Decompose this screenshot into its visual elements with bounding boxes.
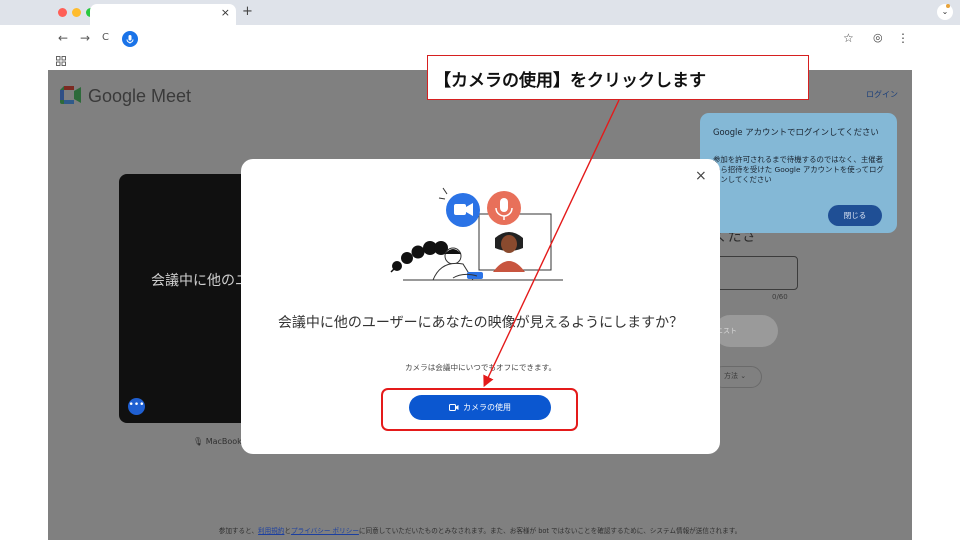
preview-text: 会議中に他のユ xyxy=(151,273,249,289)
forward-icon[interactable]: → xyxy=(80,31,90,45)
dialog-title: 会議中に他のユーザーにあなたの映像が見えるようにしますか？ xyxy=(277,315,684,331)
microphone-icon: 🎙 xyxy=(193,437,206,446)
notification-dot xyxy=(946,4,950,8)
tooltip-title: Google アカウントでログインしてください xyxy=(713,127,879,137)
google-meet-logo xyxy=(60,86,81,104)
browser-tab-active[interactable]: × xyxy=(90,4,236,25)
address-bar[interactable] xyxy=(118,28,896,50)
apps-grid-icon[interactable] xyxy=(56,56,66,66)
tooltip-close-button[interactable]: 閉じる xyxy=(828,205,882,226)
button-highlight-box xyxy=(381,388,578,431)
microphone-in-use-icon[interactable] xyxy=(122,31,138,47)
char-count: 0/60 xyxy=(772,293,788,301)
instruction-callout: 【カメラの使用】をクリックします xyxy=(427,55,809,100)
brand-name: Google Meet xyxy=(88,86,192,106)
window-minimize-dot[interactable] xyxy=(72,8,81,17)
browser-toolbar: ← → C ☆ ◎ ⋮ xyxy=(0,25,960,53)
chevron-down-icon: ⌄ xyxy=(941,7,949,16)
browser-tab-strip: × + ⌄ xyxy=(0,0,960,25)
bookmark-star-icon[interactable]: ☆ xyxy=(843,31,854,45)
window-close-dot[interactable] xyxy=(58,8,67,17)
mic-device-label[interactable]: 🎙 MacBook xyxy=(193,437,242,446)
other-ways-label: 方法 ⌄ xyxy=(724,372,747,380)
login-tooltip: Google アカウントでログインしてください 参加を許可されるまで待機するので… xyxy=(700,113,897,233)
new-tab-button[interactable]: + xyxy=(242,4,253,19)
back-icon[interactable]: ← xyxy=(58,31,68,45)
dialog-subtitle: カメラは会議中にいつでもオフにできます。 xyxy=(404,363,557,372)
tooltip-body: 参加を許可されるまで待機するのではなく、主催者から招待を受けた Google ア… xyxy=(713,155,884,184)
terms-link[interactable]: 利用規約 xyxy=(258,527,284,535)
privacy-link[interactable]: プライバシー ポリシー xyxy=(291,527,359,535)
login-link[interactable]: ログイン xyxy=(866,89,898,100)
more-options-icon[interactable]: ••• xyxy=(128,398,145,415)
browser-menu-icon[interactable]: ⋮ xyxy=(897,31,909,45)
legal-footer: 参加すると、利用規約とプライバシー ポリシーに同意していただいたものとみなされま… xyxy=(218,527,742,535)
profile-icon[interactable]: ◎ xyxy=(873,31,883,44)
tab-close-icon[interactable]: × xyxy=(221,6,230,19)
reload-icon[interactable]: C xyxy=(102,32,109,43)
close-icon[interactable]: × xyxy=(695,168,707,184)
camera-mic-illustration xyxy=(390,187,563,281)
tab-search-button[interactable]: ⌄ xyxy=(937,4,953,20)
name-input[interactable] xyxy=(714,256,798,290)
instruction-text: 【カメラの使用】をクリックします xyxy=(434,71,706,91)
